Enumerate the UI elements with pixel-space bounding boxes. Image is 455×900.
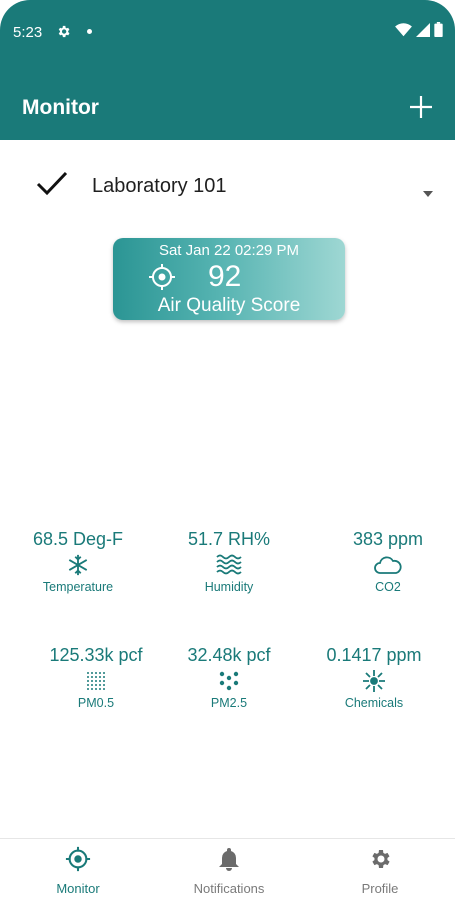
nav-profile[interactable]: Profile xyxy=(304,845,455,896)
status-indicators xyxy=(395,22,443,37)
target-icon xyxy=(148,263,176,296)
sparkle-icon xyxy=(298,668,450,694)
metric-label: CO2 xyxy=(375,580,401,594)
coarse-dots-icon xyxy=(153,668,305,694)
metric-value: 125.33k pcf xyxy=(49,645,143,665)
app-header: 5:23 Monitor xyxy=(0,0,455,140)
nav-monitor[interactable]: Monitor xyxy=(2,845,154,896)
location-selector[interactable]: Laboratory 101 xyxy=(0,160,455,214)
metric-label: PM0.5 xyxy=(77,696,115,710)
metric-value: 383 ppm xyxy=(352,529,424,549)
add-location-button[interactable] xyxy=(407,93,435,121)
nav-label: Profile xyxy=(361,881,399,896)
waves-icon xyxy=(153,552,305,578)
wifi-icon xyxy=(395,22,412,36)
metric-value: 0.1417 ppm xyxy=(326,645,422,665)
metric-value: 32.48k pcf xyxy=(187,645,271,665)
score-label: Air Quality Score xyxy=(157,295,301,316)
signal-icon xyxy=(416,22,430,37)
battery-icon xyxy=(434,22,443,37)
metric-pm25[interactable]: 32.48k pcf PM2.5 xyxy=(153,644,305,711)
bell-icon xyxy=(153,845,305,873)
check-icon xyxy=(36,170,68,203)
metric-pm05[interactable]: 125.33k pcf PM0.5 xyxy=(20,644,172,711)
metric-label: Humidity xyxy=(204,580,254,594)
score-timestamp: Sat Jan 22 02:29 PM xyxy=(158,242,300,259)
metric-value: 68.5 Deg-F xyxy=(32,529,124,549)
nav-notifications[interactable]: Notifications xyxy=(153,845,305,896)
gear-icon xyxy=(304,845,455,873)
status-bar: 5:23 xyxy=(0,0,455,62)
page-title: Monitor xyxy=(22,96,99,119)
nav-label: Monitor xyxy=(56,881,100,896)
metric-humidity[interactable]: 51.7 RH% Humidity xyxy=(153,528,305,595)
bottom-navigation: Monitor Notifications Profile xyxy=(0,838,455,900)
metric-label: Chemicals xyxy=(344,696,404,710)
settings-status-icon xyxy=(56,24,71,43)
target-icon xyxy=(2,845,154,873)
nav-label: Notifications xyxy=(193,881,265,896)
fine-dots-icon xyxy=(20,668,172,694)
metric-label: Temperature xyxy=(42,580,114,594)
plus-icon xyxy=(410,96,432,118)
snowflake-icon xyxy=(2,552,154,578)
metric-value: 51.7 RH% xyxy=(187,529,271,549)
score-value: 92 xyxy=(208,260,242,293)
cloud-icon xyxy=(312,552,455,578)
metric-chemicals[interactable]: 0.1417 ppm Chemicals xyxy=(298,644,450,711)
status-time: 5:23 xyxy=(13,24,43,41)
metric-temperature[interactable]: 68.5 Deg-F Temperature xyxy=(2,528,154,595)
metric-label: PM2.5 xyxy=(210,696,248,710)
metric-co2[interactable]: 383 ppm CO2 xyxy=(312,528,455,595)
air-quality-score-card[interactable]: Sat Jan 22 02:29 PM 92 Air Quality Score xyxy=(113,238,345,320)
notification-dot-icon xyxy=(87,29,92,34)
chevron-down-icon[interactable] xyxy=(423,184,433,202)
location-name: Laboratory 101 xyxy=(92,175,227,197)
